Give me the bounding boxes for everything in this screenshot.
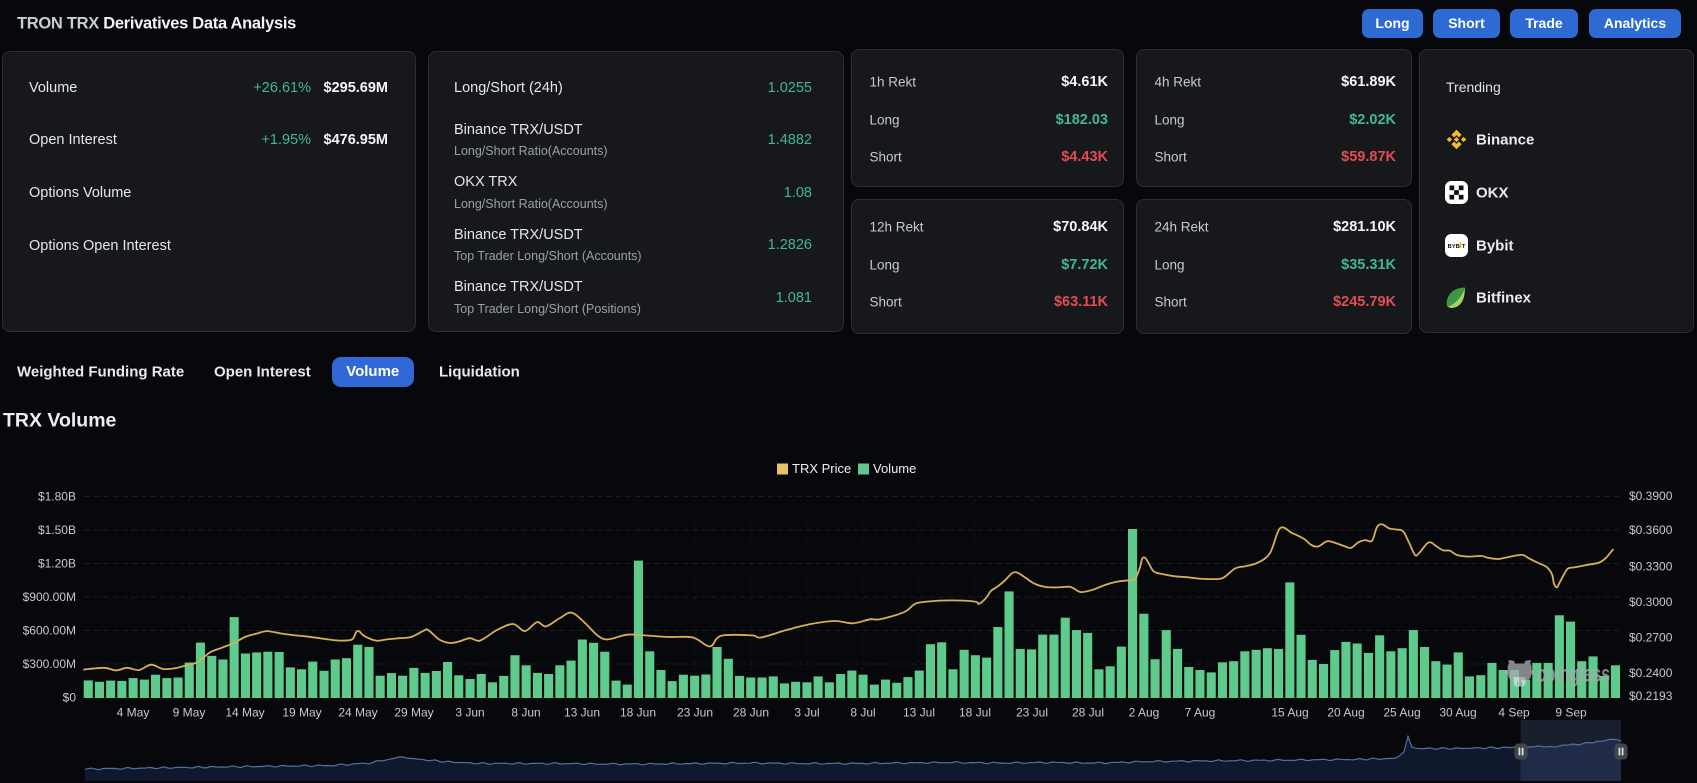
svg-text:$1.80B: $1.80B — [38, 490, 76, 504]
svg-text:20 Aug: 20 Aug — [1327, 706, 1364, 720]
svg-text:$0: $0 — [63, 691, 77, 705]
svg-text:$0.3300: $0.3300 — [1629, 560, 1673, 574]
svg-text:25 Aug: 25 Aug — [1383, 706, 1420, 720]
svg-text:BYB: BYB — [1448, 244, 1460, 250]
svg-text:14 May: 14 May — [225, 706, 264, 720]
svg-text:4 Sep: 4 Sep — [1498, 706, 1530, 720]
svg-text:Volume: Volume — [873, 461, 916, 476]
svg-text:13 Jul: 13 Jul — [903, 706, 935, 720]
svg-text:$0.2700: $0.2700 — [1629, 631, 1673, 645]
svg-text:$1.20B: $1.20B — [38, 557, 76, 571]
svg-text:TRX Price: TRX Price — [792, 461, 851, 476]
svg-text:$0.2400: $0.2400 — [1629, 666, 1673, 680]
svg-text:15 Aug: 15 Aug — [1271, 706, 1308, 720]
svg-text:9 May: 9 May — [173, 706, 206, 720]
svg-text:28 Jun: 28 Jun — [733, 706, 769, 720]
svg-text:23 Jul: 23 Jul — [1016, 706, 1048, 720]
svg-text:8 Jul: 8 Jul — [850, 706, 875, 720]
svg-text:$0.3600: $0.3600 — [1629, 523, 1673, 537]
svg-text:8 Jun: 8 Jun — [511, 706, 540, 720]
svg-text:23 Jun: 23 Jun — [677, 706, 713, 720]
svg-text:7 Aug: 7 Aug — [1185, 706, 1216, 720]
svg-text:$300.00M: $300.00M — [23, 657, 76, 671]
svg-text:3 Jul: 3 Jul — [794, 706, 819, 720]
svg-text:$0.3900: $0.3900 — [1629, 489, 1673, 503]
svg-text:3 Jun: 3 Jun — [455, 706, 484, 720]
svg-text:18 Jul: 18 Jul — [959, 706, 991, 720]
svg-text:24 May: 24 May — [338, 706, 377, 720]
svg-text:4 May: 4 May — [117, 706, 150, 720]
svg-text:$0.3000: $0.3000 — [1629, 595, 1673, 609]
svg-text:19 May: 19 May — [282, 706, 321, 720]
svg-text:9 Sep: 9 Sep — [1555, 706, 1587, 720]
svg-text:29 May: 29 May — [394, 706, 433, 720]
svg-text:28 Jul: 28 Jul — [1072, 706, 1104, 720]
svg-text:$0.2193: $0.2193 — [1629, 689, 1673, 703]
svg-text:$600.00M: $600.00M — [23, 624, 76, 638]
svg-text:$900.00M: $900.00M — [23, 590, 76, 604]
svg-text:T: T — [1462, 244, 1466, 250]
svg-text:coinglass: coinglass — [1537, 661, 1610, 687]
svg-text:30 Aug: 30 Aug — [1439, 706, 1476, 720]
svg-text:13 Jun: 13 Jun — [564, 706, 600, 720]
svg-text:18 Jun: 18 Jun — [620, 706, 656, 720]
svg-text:$1.50B: $1.50B — [38, 523, 76, 537]
svg-text:2 Aug: 2 Aug — [1129, 706, 1160, 720]
